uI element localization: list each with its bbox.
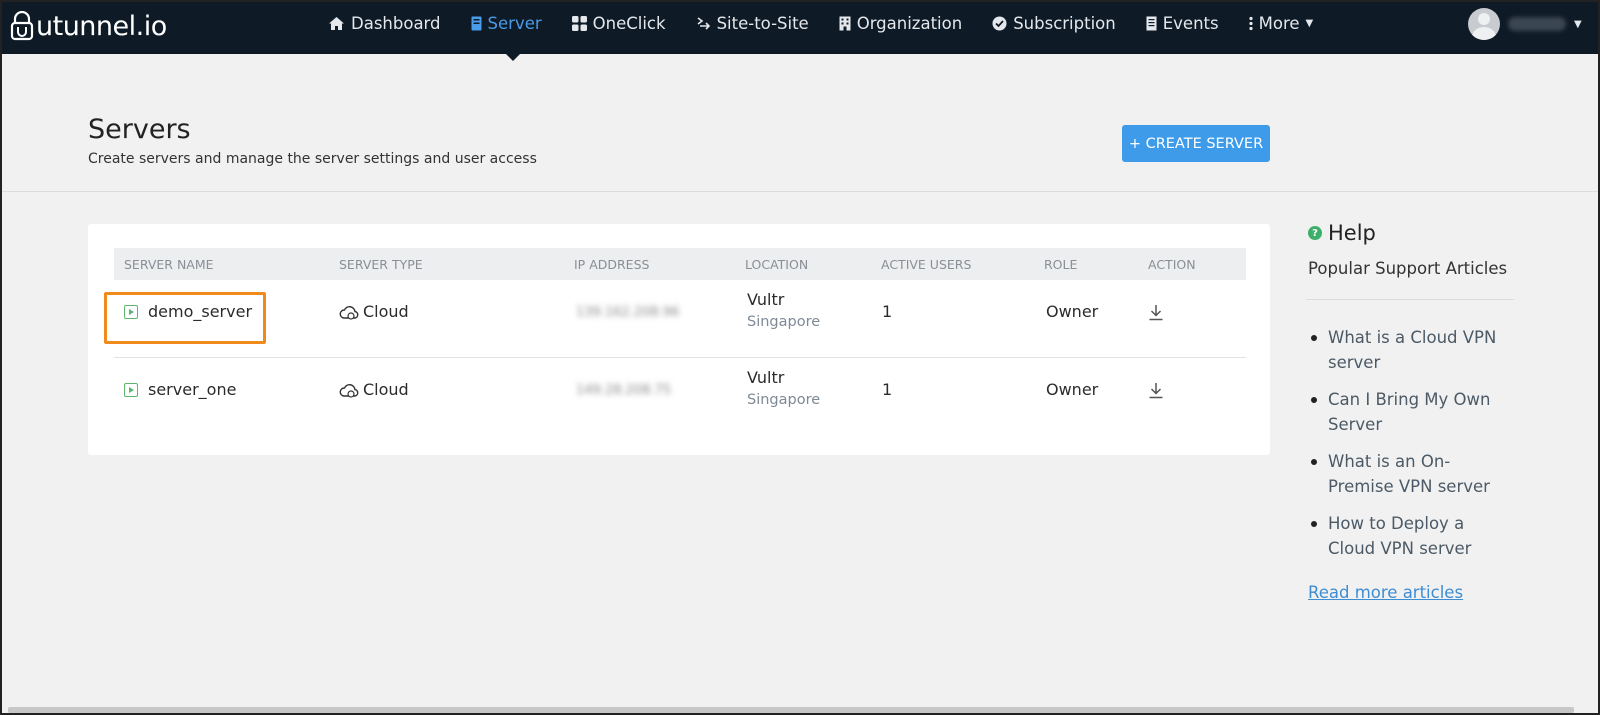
ip-address-redacted: 149.28.208.75 <box>576 383 672 398</box>
col-ip-address: IP ADDRESS <box>574 257 650 272</box>
help-article-link[interactable]: What is a Cloud VPN server <box>1308 325 1508 375</box>
help-article-link[interactable]: How to Deploy a Cloud VPN server <box>1308 511 1508 561</box>
user-menu[interactable]: ▼ <box>1468 8 1582 40</box>
horizontal-scrollbar[interactable] <box>8 707 1574 713</box>
col-active-users: ACTIVE USERS <box>881 257 972 272</box>
nav-more-label: More <box>1258 13 1300 33</box>
server-type: Cloud <box>363 380 409 399</box>
chevron-down-icon: ▼ <box>1305 17 1314 29</box>
nav-server-label: Server <box>487 13 542 33</box>
active-users: 1 <box>882 380 893 399</box>
server-type: Cloud <box>363 302 409 321</box>
nav-server[interactable]: Server <box>471 14 542 33</box>
logo-lock-icon <box>10 11 34 41</box>
utunnel-logo[interactable]: utunnel.io <box>10 6 167 46</box>
user-name-redacted <box>1508 17 1566 31</box>
exchange-icon <box>696 16 711 31</box>
help-heading: ? Help <box>1308 221 1376 245</box>
help-articles-list: What is a Cloud VPN server Can I Bring M… <box>1308 325 1508 573</box>
nav-dashboard[interactable]: Dashboard <box>328 14 441 33</box>
demo-server-highlight-box <box>104 292 266 344</box>
help-divider <box>1306 299 1514 300</box>
table-header: SERVER NAME SERVER TYPE IP ADDRESS LOCAT… <box>114 248 1246 280</box>
nav-events[interactable]: Events <box>1146 14 1219 33</box>
active-users: 1 <box>882 302 893 321</box>
col-role: ROLE <box>1044 257 1078 272</box>
page-subtitle: Create servers and manage the server set… <box>88 151 537 167</box>
building-icon <box>839 16 851 31</box>
header-divider <box>2 191 1598 192</box>
nav-organization-label: Organization <box>856 13 963 33</box>
download-icon[interactable] <box>1148 382 1164 403</box>
nav-more[interactable]: More ▼ <box>1249 13 1314 33</box>
create-server-button[interactable]: + CREATE SERVER <box>1122 125 1270 162</box>
download-icon[interactable] <box>1148 304 1164 325</box>
ip-address-redacted: 139.162.208.96 <box>576 305 680 320</box>
home-icon <box>328 16 345 31</box>
main-nav: Dashboard Server OneClick Site-to-Site O… <box>328 0 1343 46</box>
question-icon: ? <box>1308 226 1322 240</box>
server-icon <box>471 16 482 31</box>
nav-dashboard-label: Dashboard <box>351 13 441 33</box>
page-title: Servers <box>88 114 191 145</box>
active-nav-indicator <box>506 54 520 61</box>
table-row[interactable]: server_one Cloud 149.28.208.75 Vultr Sin… <box>114 358 1246 436</box>
role: Owner <box>1046 380 1099 399</box>
nav-site-to-site[interactable]: Site-to-Site <box>696 14 809 33</box>
nav-subscription[interactable]: Subscription <box>992 14 1116 33</box>
list-icon <box>1146 16 1157 31</box>
cloud-icon <box>339 305 359 325</box>
col-server-type: SERVER TYPE <box>339 257 423 272</box>
nav-events-label: Events <box>1162 13 1219 33</box>
role: Owner <box>1046 302 1099 321</box>
help-article-link[interactable]: What is an On-Premise VPN server <box>1308 449 1508 499</box>
col-action: ACTION <box>1148 257 1196 272</box>
nav-site-to-site-label: Site-to-Site <box>716 13 809 33</box>
user-chevron-down-icon: ▼ <box>1574 18 1582 30</box>
location-region: Singapore <box>747 392 821 408</box>
col-server-name: SERVER NAME <box>124 257 214 272</box>
server-running-icon <box>124 383 138 397</box>
cloud-icon <box>339 383 359 403</box>
nav-subscription-label: Subscription <box>1013 13 1116 33</box>
logo-text: utunnel.io <box>36 10 167 42</box>
location-provider: Vultr <box>747 290 785 309</box>
nav-oneclick[interactable]: OneClick <box>571 13 666 33</box>
check-circle-icon <box>992 16 1007 31</box>
apps-icon <box>571 15 587 31</box>
top-navbar: utunnel.io Dashboard Server OneClick Sit… <box>0 0 1600 54</box>
read-more-articles-link[interactable]: Read more articles <box>1308 583 1463 602</box>
table-row[interactable]: demo_server Cloud 139.162.208.96 Vultr S… <box>114 280 1246 358</box>
more-icon <box>1249 16 1253 31</box>
col-location: LOCATION <box>745 257 809 272</box>
help-article-link[interactable]: Can I Bring My Own Server <box>1308 387 1508 437</box>
location-region: Singapore <box>747 314 821 330</box>
help-subtitle: Popular Support Articles <box>1308 259 1508 278</box>
location-provider: Vultr <box>747 368 785 387</box>
nav-oneclick-label: OneClick <box>592 13 666 33</box>
server-name[interactable]: server_one <box>148 380 236 399</box>
nav-organization[interactable]: Organization <box>839 13 963 33</box>
avatar <box>1468 8 1500 40</box>
help-title-text: Help <box>1328 221 1376 245</box>
